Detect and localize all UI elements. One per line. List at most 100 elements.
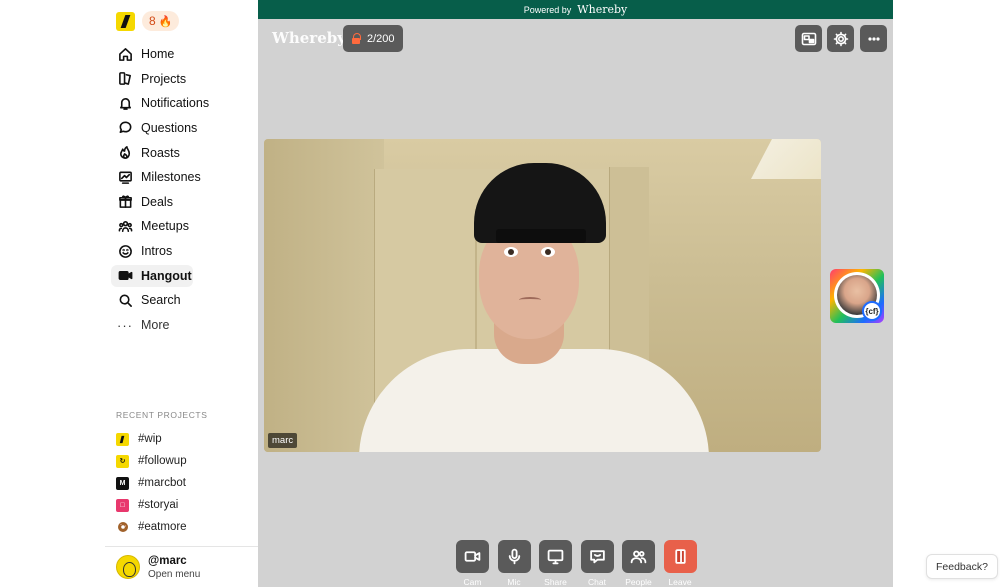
profile-open-menu: Open menu (148, 568, 201, 580)
ellipsis-icon (867, 36, 880, 41)
nav-item-search[interactable]: Search (111, 289, 251, 311)
recent-projects-list: #wip ↻ #followup M #marcbot □ #storyai #… (116, 428, 187, 538)
nav-label: Home (141, 47, 175, 61)
nav-label: Deals (141, 194, 173, 209)
pip-icon (801, 32, 816, 45)
control-label: Cam (463, 577, 482, 587)
people-icon (117, 218, 133, 234)
recent-project-label: #followup (138, 455, 187, 467)
nav-item-deals[interactable]: Deals (111, 191, 251, 213)
projects-icon (117, 71, 133, 87)
share-button[interactable]: Share (539, 540, 572, 587)
mic-button[interactable]: Mic (497, 540, 531, 587)
nav-label: Hangout (141, 268, 192, 283)
nav-label: Search (141, 293, 181, 308)
pip-button[interactable] (795, 25, 822, 52)
more-options-button[interactable] (860, 25, 887, 52)
more-icon: ··· (117, 317, 133, 333)
nav-label: Meetups (141, 219, 189, 234)
participant-eye (541, 247, 555, 257)
whereby-watermark: Whereby (272, 29, 346, 47)
participant-name-tag: marc (268, 433, 298, 448)
control-label: Share (544, 577, 567, 587)
unlock-icon (351, 33, 361, 44)
chart-icon (117, 169, 133, 185)
recent-project-marcbot[interactable]: M #marcbot (116, 472, 187, 494)
people-button-box (622, 540, 655, 573)
control-label: Mic (507, 577, 521, 587)
chat-button-box (580, 540, 614, 573)
recent-project-storyai[interactable]: □ #storyai (116, 494, 187, 516)
cam-button-box (456, 540, 489, 573)
smile-icon (117, 243, 133, 259)
search-icon (117, 292, 133, 308)
home-icon (117, 46, 133, 62)
profile-menu[interactable]: @marc Open menu (105, 546, 258, 587)
app-logo[interactable] (116, 11, 135, 31)
nav-item-questions[interactable]: Questions (111, 117, 251, 139)
recent-project-followup[interactable]: ↻ #followup (116, 450, 187, 472)
nav-item-intros[interactable]: Intros (111, 240, 251, 262)
project-storyai-icon: □ (116, 498, 129, 512)
meeting-area: Powered by Whereby Whereby 2/200 marc {c… (258, 0, 893, 587)
room-lock-button[interactable]: 2/200 (343, 25, 403, 52)
mic-icon (508, 548, 520, 565)
nav-label: More (141, 318, 170, 333)
gear-icon (833, 31, 848, 46)
recent-project-label: #storyai (138, 499, 179, 511)
people-button[interactable]: People (622, 540, 655, 587)
participant-count: 2/200 (367, 32, 395, 45)
recent-project-wip[interactable]: #wip (116, 428, 187, 450)
flame-icon (117, 145, 133, 161)
cam-button[interactable]: Cam (456, 540, 489, 587)
sidebar: 8 🔥 Home Projects Notifications Question… (105, 0, 258, 587)
logo-row: 8 🔥 (116, 11, 180, 31)
video-background (751, 139, 821, 179)
powered-by-text: Powered by (523, 4, 572, 15)
participant-figure (359, 349, 709, 452)
powered-by-bar: Powered by Whereby (258, 0, 893, 19)
project-wip-icon (116, 432, 129, 446)
nav-item-roasts[interactable]: Roasts (111, 142, 251, 164)
recent-project-label: #marcbot (138, 477, 186, 489)
recent-projects-title: RECENT PROJECTS (116, 410, 208, 420)
chat-bubble-icon (117, 120, 133, 136)
nav-label: Intros (141, 244, 173, 259)
participant-thumbnail[interactable]: {cf} (830, 269, 884, 323)
nav-item-meetups[interactable]: Meetups (111, 215, 251, 237)
recent-project-label: #eatmore (138, 521, 187, 533)
powered-by-brand: Whereby (577, 3, 628, 16)
nav-label: Roasts (141, 145, 180, 160)
mic-button-box (497, 540, 531, 573)
chat-button[interactable]: Chat (580, 540, 614, 587)
feedback-button[interactable]: Feedback? (926, 554, 998, 579)
profile-text: @marc Open menu (148, 555, 200, 580)
streak-count: 8 (149, 14, 156, 28)
nav-item-home[interactable]: Home (111, 43, 251, 65)
bell-icon (117, 95, 133, 111)
gift-icon (117, 194, 133, 210)
call-controls: Cam Mic Share Chat People Leave (456, 540, 697, 587)
control-label: People (625, 577, 652, 587)
nav-item-hangout[interactable]: Hangout (111, 264, 193, 287)
nav-item-projects[interactable]: Projects (111, 68, 251, 90)
share-button-box (539, 540, 572, 573)
chat-icon (589, 550, 605, 564)
recent-project-eatmore[interactable]: #eatmore (116, 516, 187, 538)
video-icon (117, 268, 133, 284)
nav-label: Questions (141, 120, 198, 135)
avatar (116, 555, 140, 579)
main-nav: Home Projects Notifications Questions Ro… (111, 43, 251, 339)
control-label: Leave (668, 577, 692, 587)
nav-item-milestones[interactable]: Milestones (111, 166, 251, 188)
leave-button[interactable]: Leave (663, 540, 697, 587)
settings-button[interactable] (827, 25, 854, 52)
main-video-tile[interactable]: marc (264, 139, 821, 452)
nav-item-more[interactable]: ··· More (111, 314, 251, 336)
streak-badge[interactable]: 8 🔥 (142, 11, 180, 31)
profile-handle: @marc (148, 554, 187, 567)
nav-label: Notifications (141, 96, 210, 111)
project-followup-icon: ↻ (116, 454, 129, 468)
participant-mouth (519, 297, 541, 303)
nav-item-notifications[interactable]: Notifications (111, 92, 251, 114)
